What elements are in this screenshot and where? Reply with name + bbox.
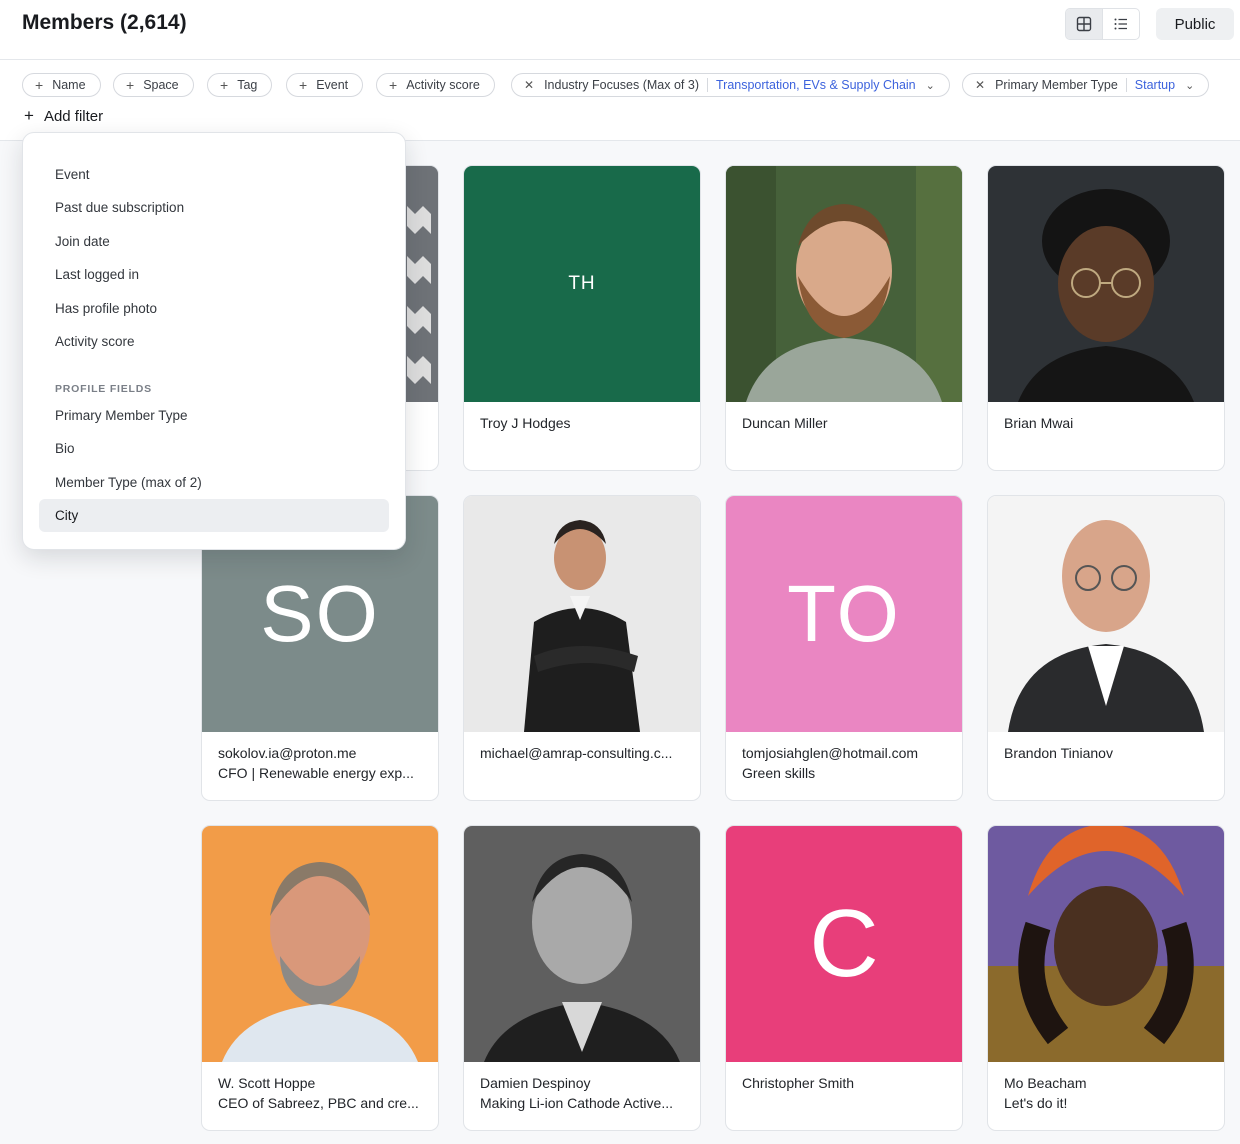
member-subtitle: Let's do it! xyxy=(1004,1095,1068,1111)
remove-filter-icon[interactable]: ✕ xyxy=(524,78,534,92)
member-name: tomjosiahglen@hotmail.com xyxy=(742,745,919,761)
member-avatar-initials: TH xyxy=(464,166,700,402)
member-photo xyxy=(726,166,962,402)
add-filter-button[interactable]: + Add filter xyxy=(24,106,103,126)
member-photo xyxy=(464,826,700,1062)
profile-fields-section-label: PROFILE FIELDS xyxy=(55,383,152,395)
member-avatar-initials: C xyxy=(726,826,962,1062)
member-name: sokolov.ia@proton.me xyxy=(218,745,357,761)
filter-option-past-due-subscription[interactable]: Past due subscription xyxy=(39,191,389,224)
filter-option-city[interactable]: City xyxy=(39,499,389,532)
member-name: michael@amrap-consulting.c... xyxy=(480,745,673,761)
filter-option-join-date[interactable]: Join date xyxy=(39,225,389,258)
member-card[interactable]: Damien Despinoy Making Li-ion Cathode Ac… xyxy=(463,825,701,1131)
filter-option-activity-score[interactable]: Activity score xyxy=(39,325,389,358)
chevron-down-icon: ⌄ xyxy=(925,79,935,92)
member-subtitle: Making Li-ion Cathode Active... xyxy=(480,1095,673,1111)
plus-icon: + xyxy=(299,77,308,93)
grid-view-icon xyxy=(1076,16,1091,32)
member-name: Brian Mwai xyxy=(1004,415,1074,431)
active-filter-primary-member-type[interactable]: ✕ Primary Member Type Startup ⌄ xyxy=(962,73,1210,97)
member-card[interactable]: Mo Beacham Let's do it! xyxy=(987,825,1225,1131)
member-photo xyxy=(464,496,700,732)
filter-option-bio[interactable]: Bio xyxy=(39,432,389,465)
avatar-initials: TO xyxy=(787,569,901,658)
filter-option-last-logged-in[interactable]: Last logged in xyxy=(39,258,389,291)
member-card[interactable]: W. Scott Hoppe CEO of Sabreez, PBC and c… xyxy=(201,825,439,1131)
avatar-initials: SO xyxy=(260,569,380,658)
avatar-initials: TH xyxy=(568,273,596,294)
member-card[interactable]: Brandon Tinianov xyxy=(987,495,1225,801)
member-card[interactable]: C Christopher Smith xyxy=(725,825,963,1131)
filter-chip-event[interactable]: + Event xyxy=(286,73,364,97)
member-subtitle: CFO | Renewable energy exp... xyxy=(218,765,414,781)
member-card[interactable]: Duncan Miller xyxy=(725,165,963,471)
member-subtitle: Green skills xyxy=(742,765,816,781)
view-toggle xyxy=(1065,8,1140,40)
page-header: Members (2,614) Public xyxy=(0,0,1240,60)
filter-chip-tag[interactable]: + Tag xyxy=(207,73,273,97)
list-view-icon xyxy=(1114,18,1127,30)
chevron-down-icon: ⌄ xyxy=(1185,79,1195,92)
add-filter-dropdown: Event Past due subscription Join date La… xyxy=(22,132,406,550)
member-card[interactable]: michael@amrap-consulting.c... xyxy=(463,495,701,801)
member-photo xyxy=(988,826,1224,1062)
filter-chip-name[interactable]: + Name xyxy=(22,73,101,97)
member-photo xyxy=(988,496,1224,732)
list-view-button[interactable] xyxy=(1103,9,1140,39)
member-photo xyxy=(202,826,438,1062)
member-card[interactable]: TO tomjosiahglen@hotmail.com Green skill… xyxy=(725,495,963,801)
member-name: Mo Beacham xyxy=(1004,1075,1087,1091)
plus-icon: + xyxy=(24,106,34,125)
member-photo xyxy=(988,166,1224,402)
member-name: W. Scott Hoppe xyxy=(218,1075,316,1091)
filter-option-has-profile-photo[interactable]: Has profile photo xyxy=(39,292,389,325)
plus-icon: + xyxy=(126,77,135,93)
member-subtitle: CEO of Sabreez, PBC and cre... xyxy=(218,1095,419,1111)
filter-bar: + Name + Space + Tag + Event + Activity score… xyxy=(0,60,1240,141)
plus-icon: + xyxy=(389,77,398,93)
member-avatar-initials: TO xyxy=(726,496,962,732)
grid-view-button[interactable] xyxy=(1066,9,1103,39)
active-filter-industry-focuses[interactable]: ✕ Industry Focuses (Max of 3) Transporta… xyxy=(511,73,950,97)
member-card[interactable]: TH Troy J Hodges xyxy=(463,165,701,471)
filter-chip-space[interactable]: + Space xyxy=(113,73,194,97)
member-name: Brandon Tinianov xyxy=(1004,745,1113,761)
member-card[interactable]: Brian Mwai xyxy=(987,165,1225,471)
plus-icon: + xyxy=(35,77,44,93)
public-button[interactable]: Public xyxy=(1156,8,1234,40)
filter-option-primary-member-type[interactable]: Primary Member Type xyxy=(39,399,389,432)
member-name: Damien Despinoy xyxy=(480,1075,591,1091)
member-name: Troy J Hodges xyxy=(480,415,571,431)
member-name: Duncan Miller xyxy=(742,415,828,431)
member-name: Christopher Smith xyxy=(742,1075,855,1091)
avatar-initials: C xyxy=(809,890,879,997)
filter-option-event[interactable]: Event xyxy=(39,158,389,191)
filter-chip-activity-score[interactable]: + Activity score xyxy=(376,73,495,97)
plus-icon: + xyxy=(220,77,229,93)
filter-option-member-type[interactable]: Member Type (max of 2) xyxy=(39,466,389,499)
page-title: Members (2,614) xyxy=(22,11,187,34)
remove-filter-icon[interactable]: ✕ xyxy=(975,78,985,92)
